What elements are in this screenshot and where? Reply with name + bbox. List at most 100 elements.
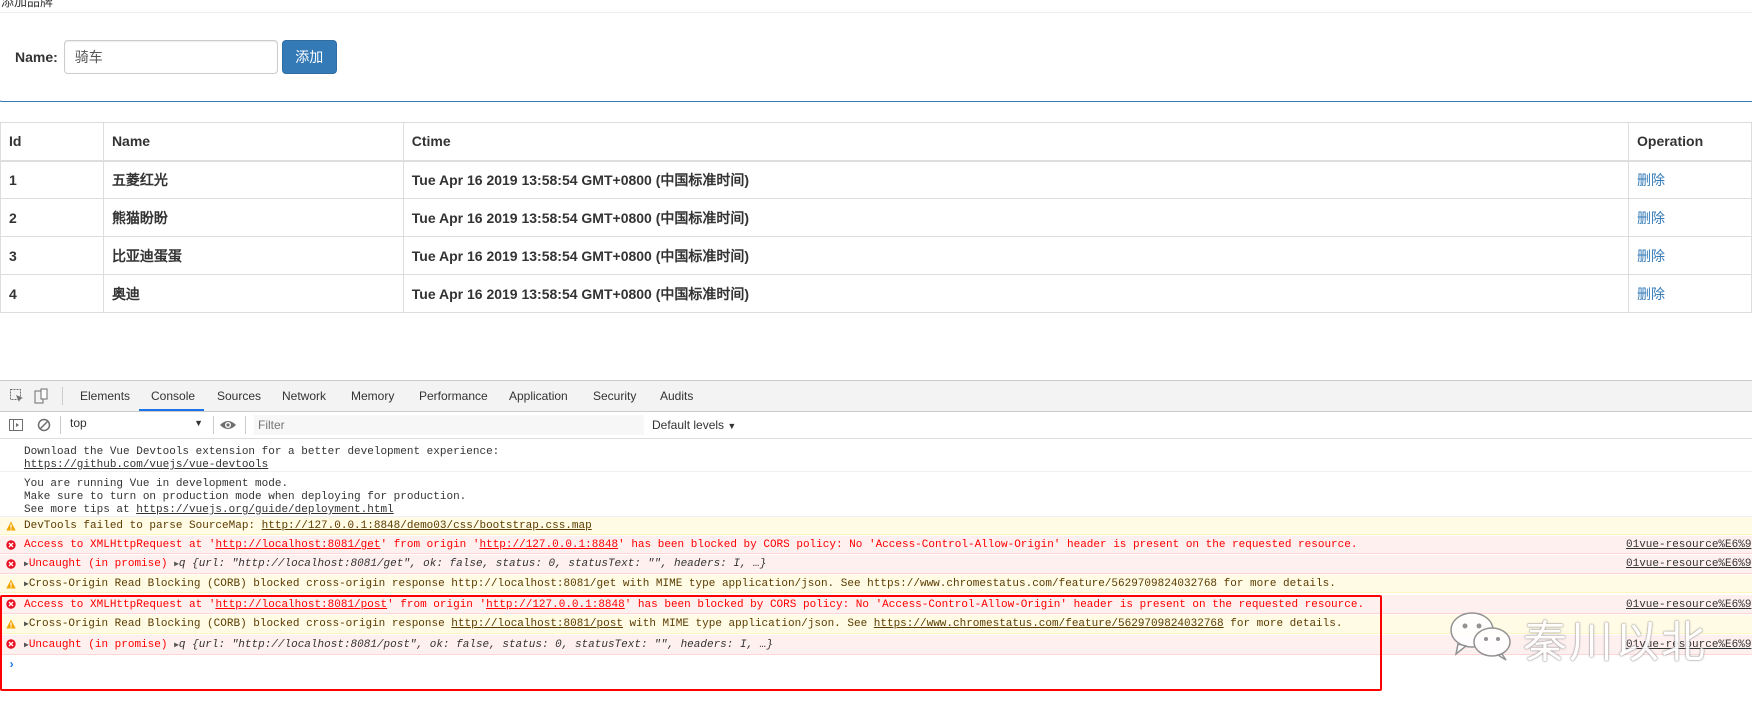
warning-text-line: ▶Cross-Origin Read Blocking (CORB) block… [24,578,1336,591]
tab-network[interactable]: Network [282,389,326,403]
console-warning-message: DevTools failed to parse SourceMap: http… [0,517,1752,535]
cell-name: 五菱红光 [102,160,404,199]
tab-performance[interactable]: Performance [419,389,488,403]
name-input[interactable] [63,40,278,74]
filter-input[interactable] [254,415,644,435]
tab-elements[interactable]: Elements [80,389,130,403]
console-toolbar: top ▼ Default levels ▼ [0,412,1752,439]
source-link[interactable]: 01vue-resource%E6%9 [1626,558,1752,571]
cell-operation: 删除 [1628,198,1752,237]
warning-text: Cross-Origin Read Blocking (CORB) blocke… [28,578,1336,590]
brand-table: Id Name Ctime Operation 1 五菱红光 Tue Apr 1… [0,122,1752,313]
dropdown-arrow-icon: ▼ [194,418,203,428]
panel-title: 添加品牌 [1,0,54,9]
panel-heading: 添加品牌 [0,0,1752,13]
sourcemap-link[interactable]: http://127.0.0.1:8848/demo03/css/bootstr… [262,520,592,532]
dropdown-arrow-icon: ▼ [727,421,737,431]
tab-audits[interactable]: Audits [660,389,693,403]
eye-icon[interactable] [219,417,237,433]
tab-sources[interactable]: Sources [217,389,261,403]
vue-devtools-link[interactable]: https://github.com/vuejs/vue-devtools [24,459,268,471]
error-icon [6,559,16,569]
table-row: 1 五菱红光 Tue Apr 16 2019 13:58:54 GMT+0800… [0,160,1752,199]
cell-name: 奥迪 [102,274,404,313]
source-link[interactable]: 01vue-resource%E6%9 [1626,539,1752,552]
log-link-line: See more tips at https://vuejs.org/guide… [24,504,394,517]
cell-id: 2 [0,198,104,237]
cell-name: 熊猫盼盼 [102,198,404,237]
divider [62,387,63,405]
tab-memory[interactable]: Memory [351,389,394,403]
add-form: Name: 添加 [15,39,337,75]
cell-id: 3 [0,236,104,275]
table-row: 4 奥迪 Tue Apr 16 2019 13:58:54 GMT+0800 (… [0,274,1752,313]
log-text: See more tips at [24,504,137,516]
clear-console-icon[interactable] [36,417,52,433]
table-row: 3 比亚迪蛋蛋 Tue Apr 16 2019 13:58:54 GMT+080… [0,236,1752,275]
log-text: You are running Vue in development mode. [24,478,289,490]
log-levels-select[interactable]: Default levels ▼ [652,418,736,432]
log-text: Download the Vue Devtools extension for … [24,446,500,458]
cell-operation: 删除 [1628,160,1752,199]
delete-link[interactable]: 删除 [1637,286,1665,302]
error-text: Access to XMLHttpRequest at ' [24,539,216,551]
vue-deployment-link[interactable]: https://vuejs.org/guide/deployment.html [136,504,393,516]
sidebar-toggle-icon[interactable] [8,417,24,433]
error-icon [6,540,16,550]
highlight-box [0,595,1382,691]
cell-ctime: Tue Apr 16 2019 13:58:54 GMT+0800 (中国标准时… [402,160,1630,199]
add-button[interactable]: 添加 [281,40,337,74]
header-operation: Operation [1628,122,1752,162]
cell-id: 1 [0,160,104,199]
cell-id: 4 [0,274,104,313]
header-ctime: Ctime [402,122,1630,162]
tab-application[interactable]: Application [509,389,568,403]
context-value: top [70,416,87,430]
inspect-element-icon[interactable] [9,388,25,404]
tab-console[interactable]: Console [151,389,195,403]
console-error-message: ▶Uncaught (in promise) ▶q {url: "http://… [0,555,1752,574]
warning-text-line: DevTools failed to parse SourceMap: http… [24,520,592,533]
delete-link[interactable]: 删除 [1637,172,1665,188]
error-text-line: ▶Uncaught (in promise) ▶q {url: "http://… [24,558,766,571]
warning-icon [6,579,16,589]
origin-link[interactable]: http://127.0.0.1:8848 [480,539,619,551]
wechat-icon [1448,610,1514,667]
cell-operation: 删除 [1628,236,1752,275]
delete-link[interactable]: 删除 [1637,210,1665,226]
error-text: Uncaught (in promise) [28,558,175,570]
watermark: 秦川以北 [1448,604,1748,668]
add-brand-panel: 添加品牌 Name: 添加 [0,0,1752,102]
divider [245,416,246,434]
log-link-line: https://github.com/vuejs/vue-devtools [24,459,268,472]
log-levels-label: Default levels [652,418,725,432]
console-log-message: You are running Vue in development mode.… [0,473,1752,517]
page: { "panel": { "title": "添加品牌", "name_labe… [0,0,1752,711]
header-name: Name [102,122,404,162]
warning-text: DevTools failed to parse SourceMap: [24,520,262,532]
active-tab-indicator [139,409,204,411]
cell-operation: 删除 [1628,274,1752,313]
cell-name: 比亚迪蛋蛋 [102,236,404,275]
error-object[interactable]: q {url: "http://localhost:8081/get", ok:… [179,558,767,570]
console-warning-message: ▶Cross-Origin Read Blocking (CORB) block… [0,575,1752,593]
error-text-line: Access to XMLHttpRequest at 'http://loca… [24,539,1357,552]
table-row: 2 熊猫盼盼 Tue Apr 16 2019 13:58:54 GMT+0800… [0,198,1752,237]
cell-ctime: Tue Apr 16 2019 13:58:54 GMT+0800 (中国标准时… [402,274,1630,313]
divider [213,416,214,434]
request-url-link[interactable]: http://localhost:8081/get [215,539,380,551]
error-text: ' has been blocked by CORS policy: No 'A… [618,539,1358,551]
warning-icon [6,521,16,531]
name-label: Name: [15,49,58,65]
watermark-text: 秦川以北 [1523,617,1707,668]
delete-link[interactable]: 删除 [1637,248,1665,264]
context-select[interactable]: top ▼ [70,416,205,434]
tab-security[interactable]: Security [593,389,636,403]
device-toolbar-icon[interactable] [33,388,49,404]
table-header-row: Id Name Ctime Operation [0,122,1752,162]
devtools-tabbar: Elements Console Sources Network Memory … [0,381,1752,412]
error-text: ' from origin ' [380,539,480,551]
console-error-message: Access to XMLHttpRequest at 'http://loca… [0,536,1752,554]
divider [60,416,61,434]
header-id: Id [0,122,104,162]
